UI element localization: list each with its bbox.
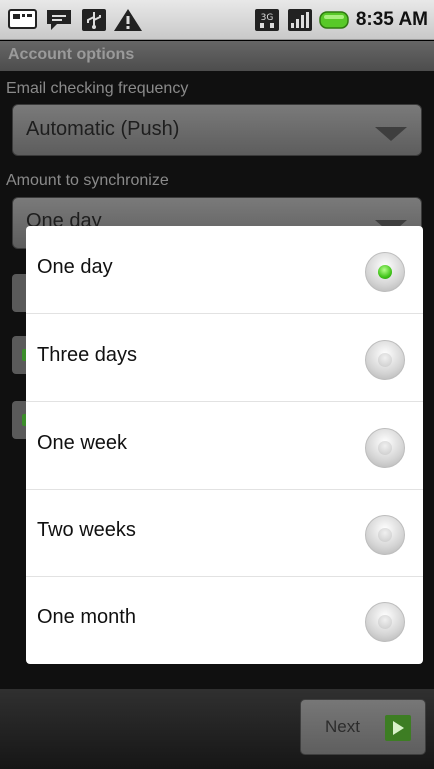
svg-text:3G: 3G <box>261 13 274 23</box>
sync-amount-dialog: One day Three days One week Two weeks On… <box>26 226 423 664</box>
radio-icon[interactable] <box>365 602 405 642</box>
sim-icon <box>8 9 37 29</box>
status-bar: 3G 8:35 AM <box>0 0 434 40</box>
title-bar: Account options <box>0 41 434 71</box>
arrow-right-icon <box>385 715 411 741</box>
3g-icon: 3G <box>255 9 279 31</box>
option-label: One day <box>37 256 113 278</box>
option-one-week[interactable]: One week <box>26 402 423 490</box>
sync-amount-label: Amount to synchronize <box>6 172 169 189</box>
option-three-days[interactable]: Three days <box>26 314 423 402</box>
radio-icon[interactable] <box>365 340 405 380</box>
radio-icon[interactable] <box>365 428 405 468</box>
option-label: One month <box>37 606 136 628</box>
option-label: Three days <box>37 344 138 366</box>
email-frequency-value: Automatic (Push) <box>26 118 180 140</box>
option-two-weeks[interactable]: Two weeks <box>26 489 423 577</box>
page-title: Account options <box>8 46 135 63</box>
radio-selected-icon[interactable] <box>365 252 405 292</box>
clock: 8:35 AM <box>355 9 428 30</box>
chevron-down-icon <box>375 127 407 141</box>
radio-icon[interactable] <box>365 515 405 555</box>
option-one-month[interactable]: One month <box>26 576 423 664</box>
battery-icon <box>319 11 349 29</box>
usb-icon <box>82 9 106 31</box>
bottom-bar: Next <box>0 689 434 769</box>
option-label: One week <box>37 432 128 454</box>
next-button[interactable]: Next <box>300 699 426 755</box>
option-label: Two weeks <box>37 519 136 541</box>
warning-icon <box>114 9 142 31</box>
option-one-day[interactable]: One day <box>26 226 423 314</box>
chat-icon <box>47 10 71 30</box>
email-frequency-spinner[interactable]: Automatic (Push) <box>12 104 422 156</box>
signal-icon <box>288 9 312 31</box>
email-frequency-label: Email checking frequency <box>6 80 189 97</box>
next-button-label: Next <box>325 717 360 736</box>
